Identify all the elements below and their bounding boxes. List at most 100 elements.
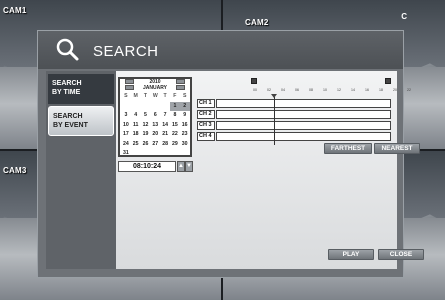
calendar-week-row: 24 25 26 27 28 29 30 xyxy=(121,140,190,150)
calendar-day xyxy=(160,149,170,159)
farthest-button[interactable]: FARTHEST xyxy=(324,143,372,154)
channel-timeline-bar[interactable] xyxy=(216,132,391,141)
calendar-day[interactable]: 17 xyxy=(121,130,131,140)
calendar-day[interactable]: 30 xyxy=(180,140,190,150)
nearest-button[interactable]: NEAREST xyxy=(374,143,420,154)
calendar-day[interactable]: 18 xyxy=(131,130,141,140)
calendar-day[interactable]: 19 xyxy=(141,130,151,140)
timeline-next-button[interactable] xyxy=(385,78,391,84)
calendar-day[interactable]: 15 xyxy=(170,121,180,131)
timeline-hour-label: 04 xyxy=(281,88,285,92)
calendar-weekday: M xyxy=(133,93,138,99)
calendar-day[interactable]: 27 xyxy=(150,140,160,150)
calendar-day[interactable]: 26 xyxy=(141,140,151,150)
calendar-day[interactable]: 31 xyxy=(121,149,131,159)
calendar-day[interactable]: 4 xyxy=(131,111,141,121)
calendar-month: JANUARY xyxy=(143,85,167,91)
calendar-day[interactable]: 2 xyxy=(179,101,190,111)
timeline-hour-label: 14 xyxy=(351,88,355,92)
calendar-weekday: F xyxy=(173,93,177,99)
calendar-day xyxy=(141,149,151,159)
calendar-weekday: S xyxy=(124,93,128,99)
calendar-weekday: S xyxy=(182,93,187,99)
calendar-day xyxy=(180,149,190,159)
calendar-day xyxy=(150,149,160,159)
channel-timeline-bar[interactable] xyxy=(216,99,391,108)
calendar-day[interactable]: 22 xyxy=(170,130,180,140)
calendar-day[interactable]: 16 xyxy=(180,121,190,131)
calendar-weekday-row: SMTWTFS xyxy=(121,92,190,102)
calendar-day[interactable]: 25 xyxy=(131,140,141,150)
calendar-day[interactable]: 1 xyxy=(169,101,180,111)
timeline-hour-label: 00 xyxy=(253,88,257,92)
time-up-button[interactable]: ▲ xyxy=(177,161,185,172)
timeline-prev-button[interactable] xyxy=(251,78,257,84)
calendar-day[interactable]: 9 xyxy=(180,111,190,121)
close-button[interactable]: CLOSE xyxy=(378,249,424,260)
next-year-button[interactable] xyxy=(176,79,185,84)
search-dialog: SEARCH C SEARCH BY TIME SEARCH BY EVENT … xyxy=(37,12,424,278)
timeline-hour-label: 16 xyxy=(365,88,369,92)
dialog-title: SEARCH xyxy=(93,43,159,60)
camera-label-2: CAM2 xyxy=(245,18,269,27)
calendar-week-row: 31 xyxy=(121,149,190,159)
timeline-cursor xyxy=(274,97,275,145)
calendar-day xyxy=(131,149,141,159)
camera-label-3: CAM3 xyxy=(3,166,27,175)
calendar-day xyxy=(150,102,160,112)
time-field[interactable]: 08:10:24 xyxy=(118,161,176,172)
calendar-day[interactable]: 23 xyxy=(180,130,190,140)
calendar-day[interactable]: 13 xyxy=(150,121,160,131)
calendar-week-row: 3456789 xyxy=(121,111,190,121)
calendar-day[interactable]: 20 xyxy=(150,130,160,140)
sidebar-item-label: BY TIME xyxy=(52,89,81,96)
calendar-day[interactable]: 5 xyxy=(141,111,151,121)
time-down-button[interactable]: ▼ xyxy=(185,161,193,172)
sidebar: SEARCH BY TIME SEARCH BY EVENT xyxy=(46,71,116,269)
calendar-day[interactable]: 12 xyxy=(141,121,151,131)
calendar: 2010 JANUARY S M T W T F S 1 2 3 4 5 6 7 8 9 10 11 12 13 14 1… xyxy=(118,77,192,157)
calendar-day[interactable]: 11 xyxy=(131,121,141,131)
calendar-day[interactable]: 8 xyxy=(170,111,180,121)
search-content: 2010 JANUARY S M T W T F S 1 2 3 4 5 6 7 8 9 10 11 12 13 14 1… xyxy=(116,71,424,269)
camera-label-1: CAM1 xyxy=(3,6,27,15)
channel-timeline-bar[interactable] xyxy=(216,121,391,130)
timeline-hour-label: 06 xyxy=(295,88,299,92)
dialog-header: SEARCH C xyxy=(38,12,407,69)
timeline-hour-label: 02 xyxy=(267,88,271,92)
timeline-hour-label: 18 xyxy=(379,88,383,92)
calendar-week-row: 17 18 19 20 21 22 23 xyxy=(121,130,190,140)
calendar-weekday: W xyxy=(152,93,158,99)
next-month-button[interactable] xyxy=(176,85,185,90)
calendar-day[interactable]: 21 xyxy=(160,130,170,140)
timeline-hour-label: 12 xyxy=(337,88,341,92)
calendar-day[interactable]: 14 xyxy=(160,121,170,131)
sidebar-item-label: SEARCH xyxy=(52,80,82,87)
calendar-day[interactable]: 28 xyxy=(160,140,170,150)
calendar-day[interactable]: 29 xyxy=(170,140,180,150)
prev-month-button[interactable] xyxy=(125,85,134,90)
timeline-hour-label: 08 xyxy=(309,88,313,92)
prev-year-button[interactable] xyxy=(125,79,134,84)
sidebar-item-search-by-event[interactable]: SEARCH BY EVENT xyxy=(48,106,114,136)
magnifier-icon xyxy=(56,38,79,61)
channel-label: CH 3 xyxy=(197,121,215,130)
calendar-weekday: T xyxy=(143,93,148,99)
timeline-hour-label: 10 xyxy=(323,88,327,92)
sidebar-item-label: SEARCH xyxy=(53,113,83,120)
calendar-day[interactable]: 10 xyxy=(121,121,131,131)
calendar-day xyxy=(131,102,141,112)
calendar-week-row: 12 xyxy=(121,101,190,112)
calendar-day[interactable]: 3 xyxy=(121,111,131,121)
calendar-day[interactable]: 7 xyxy=(160,111,170,121)
dialog-extra-label: C xyxy=(401,12,407,21)
timeline-hour-label: 20 xyxy=(393,88,397,92)
calendar-day xyxy=(160,102,170,112)
calendar-grid: S M T W T F S 1 2 3 4 5 6 7 8 9 10 11 12 13 14 15 16 17 18 19 20 21… xyxy=(121,92,190,159)
calendar-day[interactable]: 6 xyxy=(150,111,160,121)
channel-timeline-bar[interactable] xyxy=(216,110,391,119)
sidebar-item-search-by-time[interactable]: SEARCH BY TIME xyxy=(48,74,114,104)
play-button[interactable]: PLAY xyxy=(328,249,374,260)
calendar-day[interactable]: 24 xyxy=(121,140,131,150)
channel-label: CH 4 xyxy=(197,132,215,141)
